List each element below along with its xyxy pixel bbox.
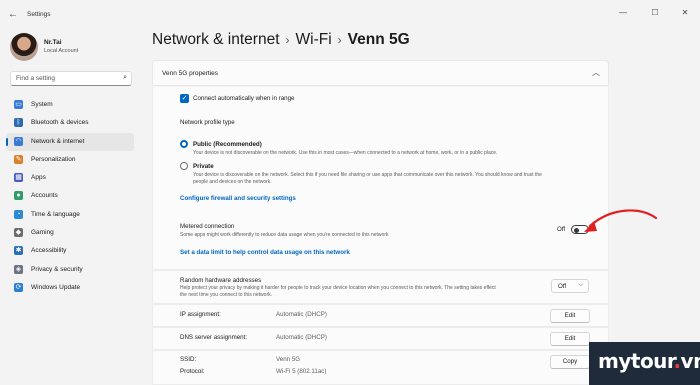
metered-desc: Some apps might work differently to redu… (180, 232, 389, 238)
dns-value: Automatic (DHCP) (276, 334, 327, 341)
data-limit-link[interactable]: Set a data limit to help control data us… (180, 249, 350, 256)
breadcrumb-network[interactable]: Network & internet (152, 31, 280, 48)
sidebar-nav: ▭ System ᛒ Bluetooth & devices ◠ Network & in… (0, 96, 140, 297)
user-name: Nr.Tai (44, 39, 62, 46)
ip-value: Automatic (DHCP) (276, 311, 327, 318)
random-hw-select[interactable]: Off ⌵ (551, 279, 589, 293)
sidebar: Nr.Tai Local Account Find a setting ⌕ ▭ S… (0, 30, 140, 385)
sidebar-item-label: Accessibility (31, 247, 67, 255)
globe-clock-icon: ◔ (14, 209, 23, 219)
dns-row: DNS server assignment: Automatic (DHCP) … (152, 327, 609, 350)
sidebar-item-label: Time & language (31, 210, 80, 218)
metered-state: Off (557, 226, 566, 233)
ip-label: IP assignment: (180, 311, 221, 318)
sidebar-item-privacy-security[interactable]: ◈ Privacy & security (6, 261, 134, 279)
sidebar-item-label: Personalization (31, 155, 76, 163)
protocol-value: Wi-Fi 5 (802.11ac) (276, 368, 327, 375)
shield-icon: ◈ (14, 264, 23, 274)
sidebar-item-personalization[interactable]: ✎ Personalization (6, 151, 134, 169)
properties-body: ✓ Connect automatically when in range Ne… (152, 87, 609, 270)
apps-icon: ▦ (14, 173, 23, 183)
random-hw-value: Off (558, 283, 567, 290)
search-placeholder: Find a setting (16, 75, 56, 82)
accessibility-icon: ✱ (14, 246, 23, 256)
account-type: Local Account (44, 48, 79, 54)
avatar (10, 33, 38, 61)
sidebar-item-accounts[interactable]: ● Accounts (6, 187, 134, 205)
back-arrow-icon[interactable]: ← (8, 9, 18, 20)
close-icon[interactable]: ✕ (678, 8, 692, 17)
chevron-up-icon[interactable]: ︿ (592, 67, 600, 78)
bluetooth-icon: ᛒ (14, 118, 23, 128)
brush-icon: ✎ (14, 154, 23, 164)
window-title: Settings (27, 11, 51, 18)
monitor-icon: ▭ (14, 100, 23, 109)
sidebar-item-gaming[interactable]: ◆ Gaming (6, 224, 134, 242)
sidebar-item-label: Gaming (31, 229, 54, 237)
random-hw-title: Random hardware addresses (180, 277, 262, 284)
private-desc-2: people and devices on the network. (193, 179, 272, 185)
sidebar-item-time-language[interactable]: ◔ Time & language (6, 206, 134, 224)
ip-row: IP assignment: Automatic (DHCP) Edit (152, 304, 609, 327)
public-radio[interactable] (180, 140, 188, 148)
minimize-icon[interactable]: — (616, 8, 630, 17)
watermark-logo: mytour.vn (589, 342, 700, 385)
breadcrumb-separator: › (285, 33, 290, 47)
breadcrumb: Network & internet › Wi-Fi › Venn 5G (152, 31, 410, 49)
wifi-icon: ◠ (14, 136, 23, 146)
private-title: Private (193, 163, 214, 170)
metered-title: Metered connection (180, 223, 235, 230)
watermark-text: mytour.vn (598, 349, 700, 373)
gamepad-icon: ◆ (14, 228, 23, 238)
title-bar: ← Settings — ☐ ✕ (0, 0, 700, 30)
copy-button[interactable]: Copy (550, 355, 590, 369)
random-hw-row: Random hardware addresses Help protect y… (152, 270, 609, 304)
sidebar-item-label: Windows Update (31, 283, 81, 291)
properties-panel: Venn 5G properties ︿ ✓ Connect automatic… (152, 60, 609, 385)
public-title: Public (Recommended) (193, 141, 262, 148)
user-profile[interactable]: Nr.Tai Local Account (10, 33, 140, 65)
connect-auto-label: Connect automatically when in range (193, 95, 295, 102)
sidebar-item-label: Accounts (31, 192, 58, 200)
breadcrumb-wifi[interactable]: Wi-Fi (296, 31, 332, 48)
private-radio[interactable] (180, 162, 188, 170)
dns-label: DNS server assignment: (180, 334, 248, 341)
sidebar-item-apps[interactable]: ▦ Apps (6, 169, 134, 187)
sidebar-item-label: Network & internet (31, 137, 85, 145)
firewall-link[interactable]: Configure firewall and security settings (180, 195, 296, 202)
ssid-label: SSID: (180, 356, 197, 363)
private-desc-1: Your device is discoverable on the netwo… (193, 172, 542, 178)
sidebar-item-label: System (31, 101, 53, 108)
connect-auto-checkbox[interactable]: ✓ (180, 94, 189, 103)
profile-type-label: Network profile type (180, 119, 235, 126)
random-hw-desc-1: Help protect your privacy by making it h… (180, 285, 496, 291)
sidebar-item-network-internet[interactable]: ◠ Network & internet (6, 132, 134, 151)
search-icon: ⌕ (123, 74, 127, 81)
sidebar-item-system[interactable]: ▭ System (6, 96, 134, 114)
breadcrumb-current: Venn 5G (347, 31, 410, 48)
sidebar-item-label: Bluetooth & devices (31, 119, 89, 127)
sidebar-item-label: Privacy & security (31, 265, 83, 273)
person-icon: ● (14, 191, 23, 201)
properties-title: Venn 5G properties (162, 70, 219, 77)
ssid-value: Venn 5G (276, 356, 301, 363)
ssid-row: SSID: Venn 5G Protocol: Wi-Fi 5 (802.11a… (152, 350, 609, 385)
sidebar-item-bluetooth-devices[interactable]: ᛒ Bluetooth & devices (6, 114, 134, 132)
chevron-down-icon: ⌵ (578, 282, 583, 288)
breadcrumb-separator: › (337, 33, 342, 47)
annotation-arrow (584, 209, 658, 232)
random-hw-desc-2: the next time you connect to this networ… (180, 292, 272, 298)
sidebar-item-windows-update[interactable]: ⟳ Windows Update (6, 279, 134, 297)
public-desc: Your device is not discoverable on the n… (193, 150, 498, 156)
ip-edit-button[interactable]: Edit (550, 309, 590, 323)
properties-header[interactable]: Venn 5G properties ︿ (152, 60, 609, 86)
dns-edit-button[interactable]: Edit (550, 332, 590, 346)
sidebar-item-accessibility[interactable]: ✱ Accessibility (6, 242, 134, 260)
maximize-icon[interactable]: ☐ (648, 8, 662, 17)
sidebar-item-label: Apps (31, 174, 46, 182)
update-icon: ⟳ (14, 282, 23, 292)
search-input[interactable]: Find a setting ⌕ (10, 71, 132, 86)
protocol-label: Protocol: (180, 368, 205, 375)
